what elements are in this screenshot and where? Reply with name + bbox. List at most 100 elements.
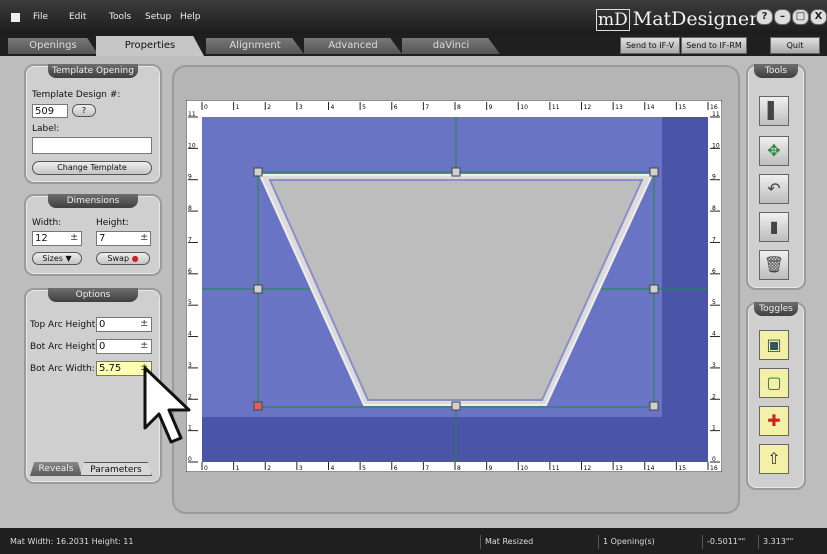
ruler-label: 16 — [710, 104, 718, 111]
bot-arc-width-label: Bot Arc Width: — [30, 364, 95, 374]
ruler-label: 4 — [331, 465, 335, 472]
ruler-label: 7 — [712, 236, 716, 243]
bot-arc-height-stepper[interactable]: ± — [140, 340, 148, 351]
status-state: Mat Resized — [480, 535, 595, 549]
undo-icon[interactable]: ↶ — [759, 174, 789, 204]
ruler-label: 2 — [712, 393, 716, 400]
resize-arrows-icon[interactable]: ✥ — [759, 136, 789, 166]
send-to-ifv-button[interactable]: Send to IF-V — [620, 37, 680, 54]
sizes-label: Sizes — [42, 254, 63, 263]
ruler-icon[interactable]: ▮ — [759, 212, 789, 242]
close-icon[interactable]: X — [810, 9, 827, 25]
template-help-button[interactable]: ? — [72, 104, 96, 117]
panel-title: Template Opening — [48, 64, 138, 78]
top-arc-stepper[interactable]: ± — [140, 318, 148, 329]
tab-advanced[interactable]: Advanced — [304, 38, 402, 54]
trash-icon[interactable]: 🗑 — [759, 250, 789, 280]
minimize-icon[interactable]: – — [774, 9, 791, 25]
label-field[interactable] — [32, 137, 152, 154]
ruler-label: 5 — [712, 299, 716, 306]
quit-button[interactable]: Quit — [770, 37, 820, 54]
ruler-label: 12 — [584, 465, 592, 472]
logo-text: MatDesigner — [632, 8, 759, 30]
tab-properties[interactable]: Properties — [96, 36, 204, 56]
status-coord-y: 3.313"" — [758, 535, 823, 549]
bot-arc-height-label: Bot Arc Height: — [30, 342, 99, 352]
height-label: Height: — [96, 218, 129, 228]
send-to-ifrm-button[interactable]: Send to IF-RM — [681, 37, 747, 54]
ruler-label: 2 — [267, 104, 271, 111]
ruler-label: 9 — [489, 465, 493, 472]
ruler-label: 6 — [188, 268, 192, 275]
frame-icon[interactable]: ▣ — [759, 330, 789, 360]
ruler-label: 6 — [712, 268, 716, 275]
menu-bar: File Edit Tools Setup Help mD MatDesigner… — [0, 0, 827, 34]
panel-title: Options — [48, 288, 138, 302]
system-menu-icon[interactable] — [11, 13, 20, 22]
template-design-field[interactable]: 509 — [32, 104, 68, 118]
ruler-label: 3 — [299, 465, 303, 472]
ruler-label: 1 — [712, 425, 716, 432]
template-design-label: Template Design #: — [32, 90, 121, 100]
ruler-label: 14 — [647, 104, 655, 111]
tab-openings[interactable]: Openings — [8, 38, 98, 54]
ruler-label: 15 — [678, 465, 686, 472]
ruler-label: 5 — [188, 299, 192, 306]
help-icon[interactable]: ? — [756, 9, 773, 25]
ruler-label: 6 — [394, 104, 398, 111]
ruler-label: 5 — [362, 465, 366, 472]
ruler-label: 10 — [520, 465, 528, 472]
ruler-label: 8 — [188, 205, 192, 212]
ruler-label: 8 — [457, 465, 461, 472]
swap-icon: ● — [131, 254, 139, 263]
ruler-label: 11 — [188, 111, 196, 118]
ruler-label: 7 — [188, 236, 192, 243]
maximize-icon[interactable]: □ — [792, 9, 809, 25]
height-stepper[interactable]: ± — [140, 232, 148, 243]
ruler-label: 3 — [299, 104, 303, 111]
mouse-cursor-icon — [143, 366, 191, 444]
ruler-label: 6 — [394, 465, 398, 472]
ruler-label: 0 — [204, 104, 208, 111]
change-template-button[interactable]: Change Template — [32, 161, 152, 175]
menu-tools[interactable]: Tools — [109, 12, 131, 22]
tab-parameters[interactable]: Parameters — [80, 462, 152, 476]
crosshair-icon[interactable]: ✚ — [759, 406, 789, 436]
ruler-label: 7 — [425, 104, 429, 111]
ruler-label: 3 — [712, 362, 716, 369]
chevron-down-icon: ▼ — [65, 254, 72, 263]
ruler-label: 7 — [425, 465, 429, 472]
menu-edit[interactable]: Edit — [69, 12, 86, 22]
status-coord-x: -0.5011"" — [702, 535, 755, 549]
ruler-label: 0 — [188, 456, 192, 463]
ruler-label: 14 — [647, 465, 655, 472]
swap-button[interactable]: Swap ● — [96, 252, 150, 265]
ruler-label: 11 — [712, 111, 720, 118]
ruler-label: 1 — [236, 465, 240, 472]
arrow-up-icon[interactable]: ⇧ — [759, 444, 789, 474]
width-stepper[interactable]: ± — [70, 232, 78, 243]
menu-setup[interactable]: Setup — [145, 12, 171, 22]
sizes-dropdown[interactable]: Sizes ▼ — [32, 252, 82, 265]
ruler-label: 0 — [712, 456, 716, 463]
ruler-label: 4 — [331, 104, 335, 111]
template-opening-panel: Template Opening Template Design #: 509 … — [24, 64, 162, 184]
ruler-label: 4 — [712, 331, 716, 338]
ruler-edge-icon[interactable]: ▌ — [759, 96, 789, 126]
tab-davinci[interactable]: daVinci — [402, 38, 500, 54]
menu-help[interactable]: Help — [180, 12, 201, 22]
ruler-label: 8 — [457, 104, 461, 111]
tab-reveals[interactable]: Reveals — [30, 462, 82, 476]
ruler-label: 2 — [267, 465, 271, 472]
tab-alignment[interactable]: Alignment — [206, 38, 304, 54]
app-logo: mD MatDesigner — [596, 8, 759, 31]
menu-file[interactable]: File — [33, 12, 48, 22]
mat-canvas[interactable]: 0011223344556677889910101111121213131414… — [186, 100, 722, 472]
ruler-label: 12 — [584, 104, 592, 111]
dimensions-panel: Dimensions Width: 12 ± Height: 7 ± Sizes… — [24, 194, 162, 276]
ruler-label: 11 — [552, 104, 560, 111]
ruler-label: 0 — [204, 465, 208, 472]
status-openings: 1 Opening(s) — [598, 535, 703, 549]
inner-frame-icon[interactable]: ▢ — [759, 368, 789, 398]
ruler-label: 10 — [520, 104, 528, 111]
